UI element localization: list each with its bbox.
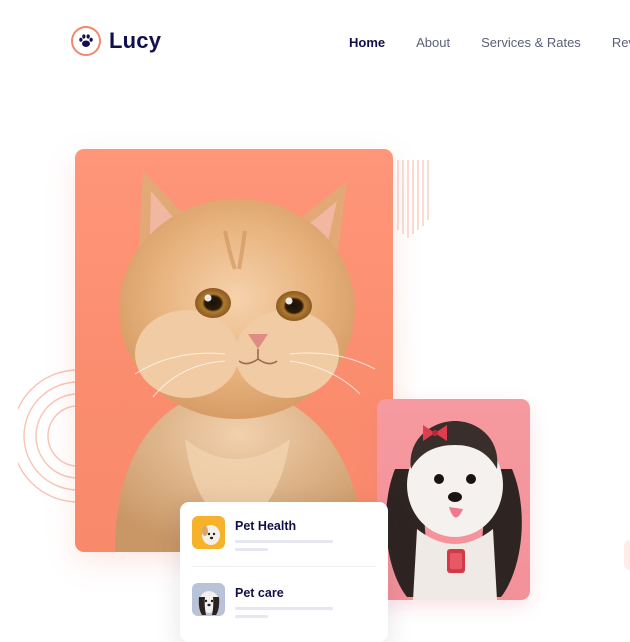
service-title: Pet Health xyxy=(235,519,297,533)
nav-about[interactable]: About xyxy=(416,35,450,50)
text-placeholder-bar xyxy=(235,540,333,543)
service-item-pet-health[interactable]: Pet Health xyxy=(192,516,333,551)
stripes-decoration xyxy=(397,160,429,238)
edge-decoration xyxy=(624,540,630,570)
dog-illustration xyxy=(385,421,522,600)
logo[interactable]: Lucy xyxy=(71,26,161,56)
text-placeholder-bar xyxy=(235,607,333,610)
nav-home[interactable]: Home xyxy=(349,35,385,50)
dog-thumbnail-icon xyxy=(192,516,225,549)
services-card: Pet Health Pet care xyxy=(180,502,388,642)
dog-photo xyxy=(377,399,530,600)
paw-icon xyxy=(71,26,101,56)
kitten-illustration xyxy=(115,171,376,552)
dog-thumbnail-icon xyxy=(192,583,225,616)
text-placeholder-bar xyxy=(235,615,268,618)
service-title: Pet care xyxy=(235,586,284,600)
service-item-pet-care[interactable]: Pet care xyxy=(192,583,333,618)
text-placeholder-bar xyxy=(235,548,268,551)
divider xyxy=(192,566,376,567)
nav-reviews[interactable]: Rev xyxy=(612,35,630,50)
brand-name: Lucy xyxy=(109,28,162,53)
main-nav: Home About Services & Rates Rev xyxy=(349,35,630,50)
nav-services-rates[interactable]: Services & Rates xyxy=(481,35,581,50)
cat-photo xyxy=(75,149,393,552)
